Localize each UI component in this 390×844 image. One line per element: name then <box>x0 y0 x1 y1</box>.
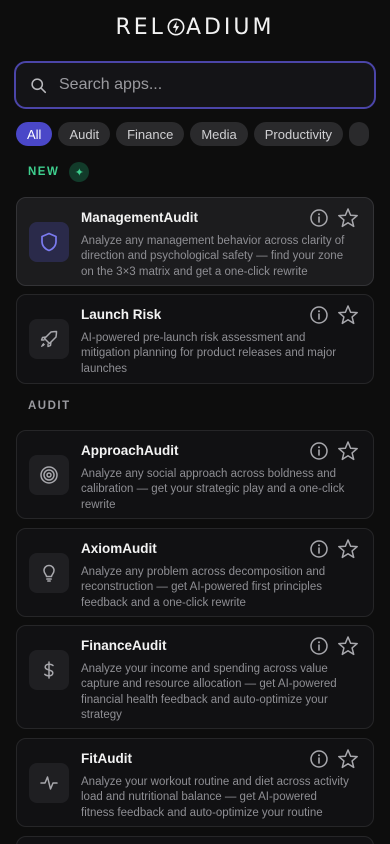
chip-finance[interactable]: Finance <box>116 122 185 146</box>
chip-media[interactable]: Media <box>190 122 248 146</box>
category-filter: All Audit Finance Media Productivity <box>16 122 390 146</box>
section-header-new: NEW ✦ <box>28 162 90 182</box>
app-description: Analyze any problem across decomposition… <box>81 566 326 609</box>
search-bar[interactable] <box>14 61 376 109</box>
app-icon-box <box>29 763 69 803</box>
app-icon-box <box>29 650 69 690</box>
info-icon[interactable] <box>309 636 329 656</box>
info-icon[interactable] <box>309 208 329 228</box>
app-description: Analyze your income and spending across … <box>81 663 337 722</box>
chip-more[interactable] <box>348 122 369 146</box>
sparkle-icon: ✦ <box>69 162 90 182</box>
app-title: AxiomAudit <box>81 541 157 556</box>
section-label-new: NEW <box>28 166 60 178</box>
info-icon[interactable] <box>309 539 329 559</box>
star-icon[interactable] <box>337 748 359 770</box>
app-card-financeaudit[interactable]: FinanceAudit Analyze your income and spe… <box>16 625 374 729</box>
app-description: Analyze your workout routine and diet ac… <box>81 776 349 819</box>
app-card-fitaudit[interactable]: FitAudit Analyze your workout routine an… <box>16 738 374 827</box>
chip-audit[interactable]: Audit <box>58 122 111 146</box>
rocket-icon <box>40 330 58 348</box>
lightbulb-icon <box>43 564 55 582</box>
star-icon[interactable] <box>337 304 359 326</box>
search-icon <box>31 77 47 93</box>
app-title: FitAudit <box>81 751 132 766</box>
chip-all[interactable]: All <box>16 122 53 146</box>
app-card-launch-risk[interactable]: Launch Risk AI-powered pre-launch risk a… <box>16 294 374 384</box>
app-card-axiomaudit[interactable]: AxiomAudit Analyze any problem across de… <box>16 528 374 617</box>
app-description: Analyze any management behavior across c… <box>81 235 345 278</box>
chip-productivity[interactable]: Productivity <box>253 122 343 146</box>
app-title: ManagementAudit <box>81 210 199 225</box>
brand-logo: REL ADIUM <box>0 14 390 40</box>
app-title: Launch Risk <box>81 307 162 322</box>
dollar-icon <box>44 661 54 679</box>
star-icon[interactable] <box>337 207 359 229</box>
app-description: AI-powered pre-launch risk assessment an… <box>81 332 337 375</box>
info-icon[interactable] <box>309 749 329 769</box>
app-card-next[interactable] <box>16 836 374 844</box>
logo-text-left: REL <box>115 14 166 40</box>
shield-icon <box>41 232 57 252</box>
app-description: Analyze any social approach across boldn… <box>81 468 345 511</box>
search-input[interactable] <box>59 76 349 94</box>
app-icon-box <box>29 553 69 593</box>
info-icon[interactable] <box>309 305 329 325</box>
app-icon-box <box>29 455 69 495</box>
app-title: FinanceAudit <box>81 638 167 653</box>
star-icon[interactable] <box>337 635 359 657</box>
app-card-approachaudit[interactable]: ApproachAudit Analyze any social approac… <box>16 430 374 519</box>
app-icon-box <box>29 222 69 262</box>
bolt-icon <box>167 18 185 36</box>
app-card-managementaudit[interactable]: ManagementAudit Analyze any management b… <box>16 197 374 286</box>
target-icon <box>40 466 58 484</box>
activity-icon <box>40 776 58 790</box>
info-icon[interactable] <box>309 441 329 461</box>
app-title: ApproachAudit <box>81 443 179 458</box>
app-icon-box <box>29 319 69 359</box>
section-header-audit: AUDIT <box>28 400 71 412</box>
logo-text-right: ADIUM <box>185 14 275 40</box>
star-icon[interactable] <box>337 538 359 560</box>
star-icon[interactable] <box>337 440 359 462</box>
